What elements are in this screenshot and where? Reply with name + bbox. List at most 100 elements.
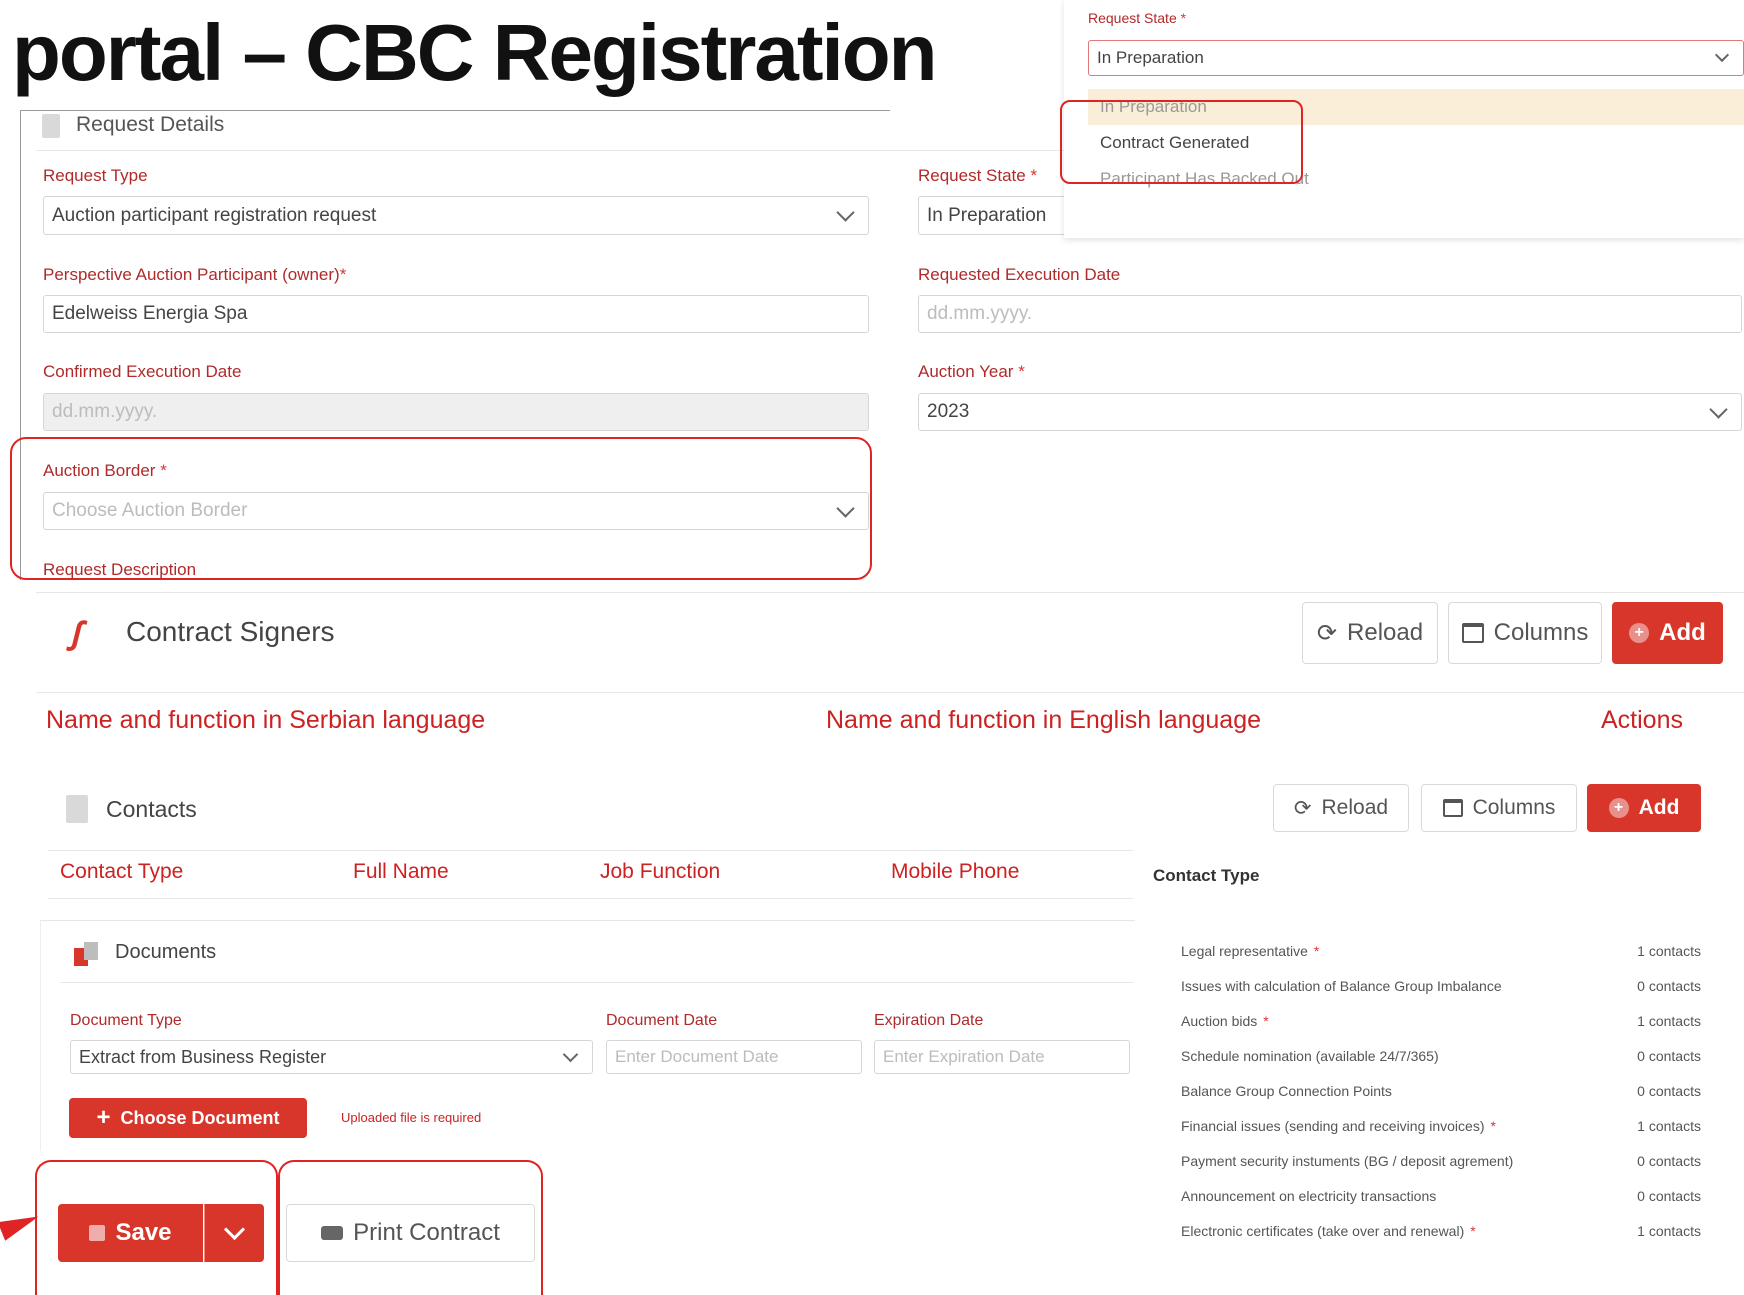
request-details-title: Request Details bbox=[76, 113, 225, 136]
contact-type-list: Legal representative * 1 contacts Issues wi… bbox=[1181, 933, 1701, 1248]
contact-type-row[interactable]: Payment security instuments (BG / deposi… bbox=[1181, 1143, 1701, 1178]
contacts-add-button[interactable]: + Add bbox=[1587, 784, 1701, 832]
document-type-select[interactable]: Extract from Business Register bbox=[70, 1040, 593, 1074]
contacts-col-mobile-phone: Mobile Phone bbox=[891, 860, 1020, 883]
signers-col-actions: Actions bbox=[1601, 706, 1683, 734]
contacts-icon bbox=[66, 795, 88, 823]
columns-icon bbox=[1461, 623, 1484, 643]
contract-signers-title: Contract Signers bbox=[126, 616, 335, 647]
plus-icon: + bbox=[1629, 623, 1650, 643]
divider bbox=[48, 850, 1133, 851]
page-title: portal – CBC Registration bbox=[12, 8, 937, 97]
contact-type-name: Issues with calculation of Balance Group… bbox=[1181, 977, 1502, 994]
plus-icon: + bbox=[96, 1104, 111, 1131]
document-icon bbox=[42, 114, 60, 138]
contact-type-name: Financial issues (sending and receiving … bbox=[1181, 1117, 1496, 1134]
contacts-col-contact-type: Contact Type bbox=[60, 860, 184, 883]
request-state-label: Request State * bbox=[918, 166, 1038, 185]
divider bbox=[48, 898, 1133, 899]
request-type-label: Request Type bbox=[43, 166, 148, 185]
contact-type-name: Legal representative * bbox=[1181, 942, 1320, 959]
state-dropdown-selected: In Preparation bbox=[1097, 48, 1204, 67]
contact-type-count: 0 contacts bbox=[1637, 977, 1701, 994]
contact-type-row[interactable]: Issues with calculation of Balance Group… bbox=[1181, 968, 1701, 1003]
contact-type-row[interactable]: Schedule nomination (available 24/7/365)… bbox=[1181, 1038, 1701, 1073]
reload-icon: ⟳ bbox=[1293, 796, 1312, 820]
chevron-down-icon bbox=[223, 1218, 245, 1240]
contact-type-name: Payment security instuments (BG / deposi… bbox=[1181, 1152, 1514, 1169]
requested-execution-placeholder: dd.mm.yyyy. bbox=[927, 303, 1033, 324]
plus-icon: + bbox=[1608, 798, 1629, 818]
requested-execution-label: Requested Execution Date bbox=[918, 265, 1121, 284]
contacts-columns-button[interactable]: Columns bbox=[1421, 784, 1577, 832]
save-button[interactable]: Save bbox=[58, 1204, 203, 1262]
details-frame bbox=[20, 110, 890, 111]
save-options-toggle[interactable] bbox=[204, 1204, 264, 1262]
chevron-down-icon bbox=[836, 203, 855, 222]
contact-type-name: Announcement on electricity transactions bbox=[1181, 1187, 1437, 1204]
auction-year-value: 2023 bbox=[927, 401, 970, 422]
state-dropdown-select[interactable]: In Preparation bbox=[1088, 40, 1744, 76]
contact-type-count: 1 contacts bbox=[1637, 1117, 1701, 1134]
document-type-value: Extract from Business Register bbox=[79, 1046, 327, 1067]
columns-icon bbox=[1442, 799, 1463, 817]
choose-document-button[interactable]: + Choose Document bbox=[69, 1098, 307, 1138]
contacts-title: Contacts bbox=[106, 796, 197, 822]
documents-icon bbox=[74, 942, 100, 966]
contacts-col-full-name: Full Name bbox=[353, 860, 449, 883]
chevron-down-icon bbox=[1709, 399, 1728, 419]
contact-type-row[interactable]: Announcement on electricity transactions… bbox=[1181, 1178, 1701, 1213]
request-state-field[interactable]: In Preparation bbox=[918, 196, 1068, 235]
signers-columns-button[interactable]: Columns bbox=[1448, 602, 1602, 664]
signers-col-english: Name and function in English language bbox=[826, 706, 1262, 734]
contacts-col-job-function: Job Function bbox=[600, 860, 721, 883]
owner-value: Edelweiss Energia Spa bbox=[52, 303, 248, 324]
auction-year-label: Auction Year * bbox=[918, 362, 1025, 381]
print-contract-button[interactable]: Print Contract bbox=[286, 1204, 535, 1262]
auction-border-select[interactable]: Choose Auction Border bbox=[43, 492, 869, 530]
confirmed-execution-label: Confirmed Execution Date bbox=[43, 362, 242, 381]
document-type-label: Document Type bbox=[70, 1012, 182, 1029]
contact-type-row[interactable]: Financial issues (sending and receiving … bbox=[1181, 1108, 1701, 1143]
reload-icon: ⟳ bbox=[1316, 619, 1338, 647]
signers-col-serbian: Name and function in Serbian language bbox=[46, 706, 486, 734]
contact-type-row[interactable]: Balance Group Connection Points 0 contact… bbox=[1181, 1073, 1701, 1108]
contact-type-row[interactable]: Auction bids * 1 contacts bbox=[1181, 1003, 1701, 1038]
contacts-reload-button[interactable]: ⟳ Reload bbox=[1273, 784, 1409, 832]
contact-type-count: 0 contacts bbox=[1637, 1152, 1701, 1169]
confirmed-execution-placeholder: dd.mm.yyyy. bbox=[52, 401, 158, 422]
state-dropdown-label: Request State * bbox=[1088, 10, 1187, 26]
request-type-select[interactable]: Auction participant registration request bbox=[43, 196, 869, 235]
contact-type-count: 0 contacts bbox=[1637, 1047, 1701, 1064]
expiration-date-placeholder: Enter Expiration Date bbox=[883, 1047, 1045, 1066]
divider bbox=[36, 692, 1744, 693]
confirmed-execution-date-field: dd.mm.yyyy. bbox=[43, 393, 869, 431]
owner-field[interactable]: Edelweiss Energia Spa bbox=[43, 295, 869, 333]
signers-add-button[interactable]: + Add bbox=[1612, 602, 1723, 664]
auction-border-placeholder: Choose Auction Border bbox=[52, 500, 248, 521]
contract-generated-highlight bbox=[1060, 100, 1303, 184]
chevron-down-icon bbox=[836, 498, 855, 518]
contact-type-row[interactable]: Electronic certificates (take over and r… bbox=[1181, 1213, 1701, 1248]
request-state-value: In Preparation bbox=[927, 204, 1047, 226]
contact-type-count: 0 contacts bbox=[1637, 1082, 1701, 1099]
chevron-down-icon bbox=[1714, 47, 1730, 63]
expiration-date-field[interactable]: Enter Expiration Date bbox=[874, 1040, 1130, 1074]
request-description-label: Request Description bbox=[43, 560, 197, 579]
contact-type-name: Electronic certificates (take over and r… bbox=[1181, 1222, 1476, 1239]
auction-year-select[interactable]: 2023 bbox=[918, 393, 1742, 431]
contact-type-panel-title: Contact Type bbox=[1153, 866, 1260, 885]
auction-border-label: Auction Border * bbox=[43, 461, 167, 480]
document-date-field[interactable]: Enter Document Date bbox=[606, 1040, 862, 1074]
contact-type-row[interactable]: Legal representative * 1 contacts bbox=[1181, 933, 1701, 968]
documents-title: Documents bbox=[115, 941, 217, 963]
signers-reload-button[interactable]: ⟳ Reload bbox=[1302, 602, 1438, 664]
signature-icon: ꭍ bbox=[66, 614, 80, 659]
divider bbox=[36, 150, 1066, 151]
requested-execution-date-field[interactable]: dd.mm.yyyy. bbox=[918, 295, 1742, 333]
divider bbox=[60, 982, 1134, 983]
save-icon bbox=[89, 1225, 106, 1241]
contact-type-name: Balance Group Connection Points bbox=[1181, 1082, 1392, 1099]
upload-error-text: Uploaded file is required bbox=[341, 1110, 482, 1125]
printer-icon bbox=[321, 1226, 344, 1240]
